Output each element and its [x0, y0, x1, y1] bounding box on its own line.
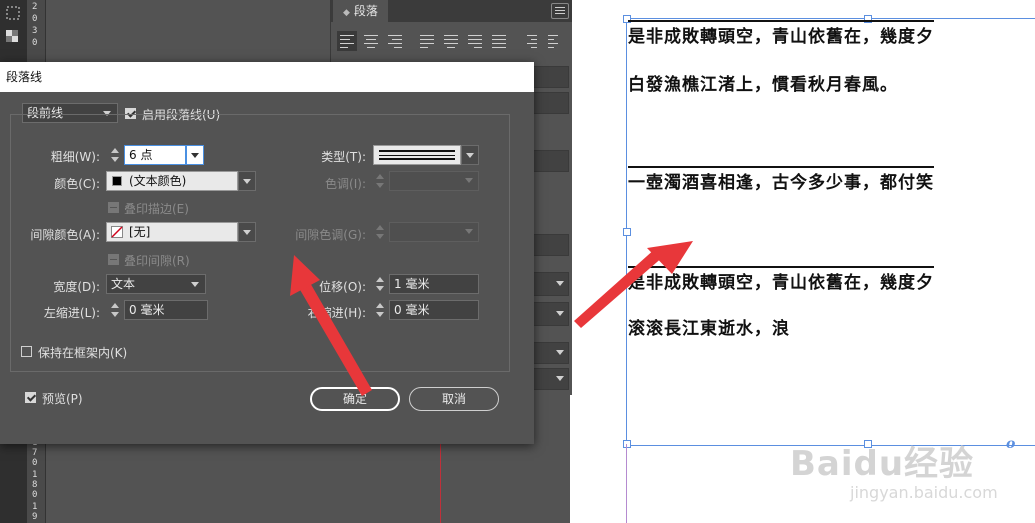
overprint-stroke-checkbox — [108, 202, 119, 213]
color-swatch — [112, 176, 122, 186]
panel-dropdown[interactable] — [531, 272, 569, 296]
panel-menu-icon[interactable] — [551, 3, 569, 19]
dialog-title[interactable]: 段落线 — [0, 62, 534, 92]
weight-dropdown[interactable] — [186, 145, 204, 165]
overset-indicator[interactable]: o — [1006, 436, 1015, 452]
width-select[interactable]: 文本 — [106, 274, 206, 294]
type-label: 类型(T): — [321, 150, 366, 164]
keep-in-frame-checkbox[interactable] — [21, 346, 32, 357]
ok-button[interactable]: 确定 — [310, 387, 400, 411]
width-label: 宽度(D): — [53, 280, 100, 294]
text-line: 一壺濁酒喜相逢，古今多少事，都付笑 — [628, 166, 934, 193]
left-indent-stepper[interactable] — [108, 300, 122, 320]
ruler-mark: 0 — [32, 38, 38, 48]
ruler-mark: 3 — [32, 26, 38, 36]
text-line: 滚滚長江東逝水，浪 — [628, 319, 790, 339]
ruler-mark: 1 — [32, 470, 38, 480]
tab-paragraph[interactable]: ◆ 段落 — [333, 0, 388, 22]
ruler-mark: 0 — [32, 14, 38, 24]
gap-tint-stepper — [373, 222, 387, 242]
ruler-mark: 0 — [32, 458, 38, 468]
chevron-down-icon — [465, 178, 473, 183]
offset-input[interactable]: 1 毫米 — [389, 274, 479, 294]
chevron-down-icon — [243, 179, 251, 184]
justify-left-icon[interactable] — [417, 31, 437, 51]
align-left-icon[interactable] — [337, 31, 357, 51]
align-away-spine-icon[interactable] — [545, 31, 565, 51]
right-indent-stepper[interactable] — [373, 300, 387, 320]
panel-dropdown[interactable] — [531, 342, 569, 364]
chevron-down-icon — [465, 229, 473, 234]
panel-tabbar: ◆ 段落 — [331, 0, 573, 22]
margin-guide — [626, 444, 627, 523]
crop-tool-icon[interactable] — [4, 4, 22, 22]
type-select[interactable] — [373, 145, 461, 165]
cancel-button[interactable]: 取消 — [409, 387, 499, 411]
justify-all-icon[interactable] — [489, 31, 509, 51]
chevron-down-icon — [191, 153, 199, 158]
ruler-mark: 7 — [32, 448, 38, 458]
ruler-mark: 2 — [32, 2, 38, 12]
frame-handle[interactable] — [623, 228, 631, 236]
align-spine-icon[interactable] — [521, 31, 541, 51]
watermark: Baidu经验 jingyan.baidu.com — [790, 436, 998, 502]
gap-color-label: 间隙颜色(A): — [30, 228, 100, 242]
right-indent-input[interactable]: 0 毫米 — [389, 300, 479, 320]
no-color-swatch-icon — [111, 226, 123, 238]
chevron-down-icon — [243, 230, 251, 235]
justify-right-icon[interactable] — [465, 31, 485, 51]
ruler-mark: 9 — [32, 512, 38, 522]
watermark-logo: Baidu经验 — [790, 444, 975, 484]
preview-label: 预览(P) — [42, 392, 83, 406]
chevron-down-icon — [191, 282, 199, 287]
offset-label: 位移(O): — [319, 280, 366, 294]
ruler-mark: 0 — [32, 490, 38, 500]
frame-handle[interactable] — [623, 440, 631, 448]
align-center-icon[interactable] — [361, 31, 381, 51]
color-select[interactable]: (文本颜色) — [106, 171, 238, 191]
panel-collapse-icon[interactable]: ◆ — [343, 8, 350, 18]
right-indent-label: 右缩进(H): — [307, 306, 366, 320]
gap-color-dropdown[interactable] — [238, 222, 256, 242]
overprint-gap-label: 叠印间隙(R) — [124, 254, 190, 268]
panel-dropdown[interactable] — [531, 302, 569, 326]
panel-field[interactable] — [531, 92, 569, 114]
tint-stepper — [373, 171, 387, 191]
keep-in-frame-label: 保持在框架内(K) — [38, 346, 128, 360]
justify-center-icon[interactable] — [441, 31, 461, 51]
text-line: 是非成敗轉頭空，青山依舊在，幾度夕 — [628, 20, 934, 47]
left-indent-label: 左缩进(L): — [43, 306, 100, 320]
color-label: 颜色(C): — [54, 177, 100, 191]
panel-field[interactable] — [531, 150, 569, 172]
panel-field[interactable] — [531, 66, 569, 88]
ruler-mark: 8 — [32, 480, 38, 490]
tab-label: 段落 — [353, 4, 378, 18]
checker-tool-icon[interactable] — [4, 28, 22, 46]
gap-tint-label: 间隙色调(G): — [295, 228, 366, 242]
weight-label: 粗细(W): — [50, 150, 100, 164]
align-right-icon[interactable] — [385, 31, 405, 51]
paragraph-rules-dialog: 段落线 段前线 启用段落线(U) 粗细(W): 6 点 类型(T): 颜色(C)… — [0, 62, 534, 444]
weight-stepper[interactable] — [108, 145, 122, 165]
text-line: 是非成敗轉頭空，青山依舊在，幾度夕 — [628, 266, 934, 293]
weight-input[interactable]: 6 点 — [124, 145, 186, 165]
overprint-gap-checkbox — [108, 254, 119, 265]
gap-color-value: [无] — [129, 225, 151, 239]
left-indent-input[interactable]: 0 毫米 — [124, 300, 208, 320]
color-dropdown[interactable] — [238, 171, 256, 191]
gap-color-select[interactable]: [无] — [106, 222, 238, 242]
ruler-mark: 1 — [32, 502, 38, 512]
overprint-stroke-label: 叠印描边(E) — [124, 202, 189, 216]
watermark-url: jingyan.baidu.com — [850, 483, 998, 502]
tint-label: 色调(I): — [325, 177, 366, 191]
preview-checkbox[interactable] — [25, 392, 36, 403]
text-line: 白發漁樵江渚上，慣看秋月春風。 — [628, 75, 898, 95]
type-dropdown[interactable] — [461, 145, 479, 165]
panel-field[interactable] — [531, 234, 569, 256]
color-value: (文本颜色) — [129, 174, 187, 188]
chevron-down-icon — [466, 153, 474, 158]
offset-stepper[interactable] — [373, 274, 387, 294]
width-value: 文本 — [111, 277, 136, 291]
panel-dropdown[interactable] — [531, 368, 569, 390]
